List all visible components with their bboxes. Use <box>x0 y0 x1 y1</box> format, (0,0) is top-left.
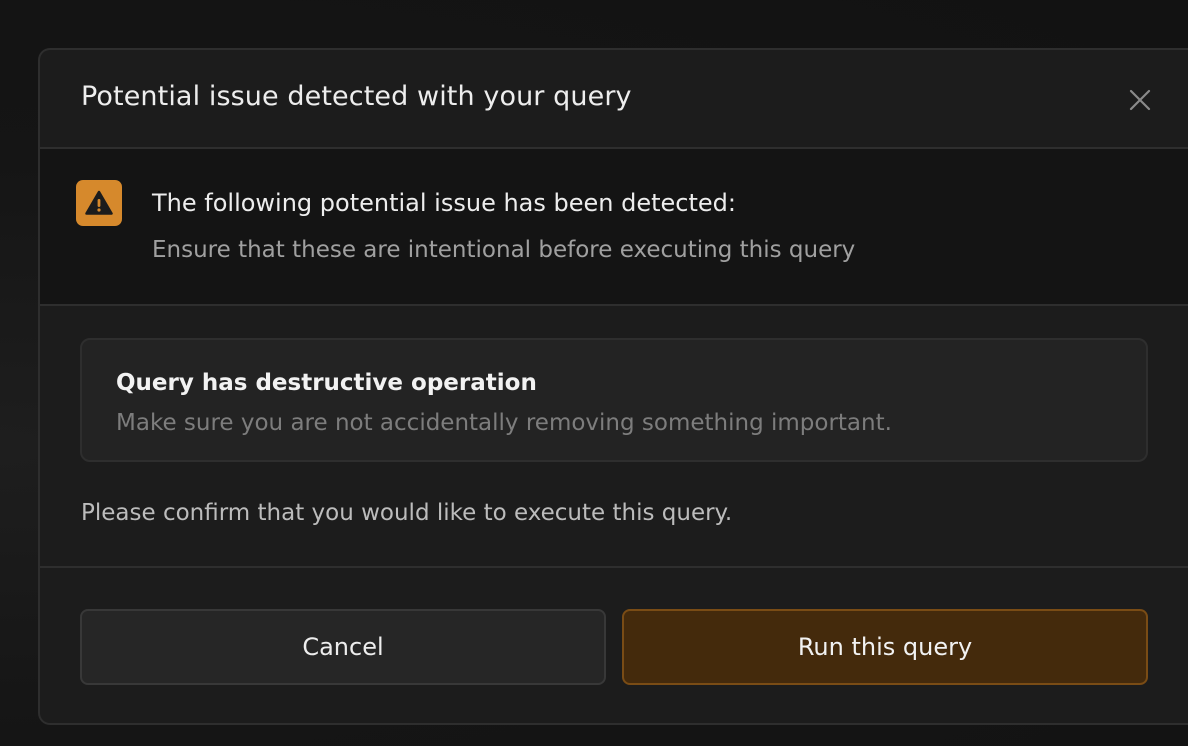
alert-title: The following potential issue has been d… <box>152 189 736 217</box>
issue-description: Make sure you are not accidentally remov… <box>116 410 892 436</box>
issue-card: Query has destructive operation Make sur… <box>80 338 1148 462</box>
alert-subtitle: Ensure that these are intentional before… <box>152 237 856 263</box>
cancel-button[interactable]: Cancel <box>80 609 606 685</box>
confirm-dialog: Potential issue detected with your query… <box>38 48 1188 725</box>
warning-icon <box>76 180 122 226</box>
warning-alert: The following potential issue has been d… <box>40 149 1188 306</box>
confirm-text: Please confirm that you would like to ex… <box>81 500 733 526</box>
dialog-footer: Cancel Run this query <box>40 568 1188 723</box>
dialog-header: Potential issue detected with your query <box>40 50 1188 149</box>
close-icon[interactable] <box>1128 88 1152 112</box>
dialog-title: Potential issue detected with your query <box>81 81 632 112</box>
dialog-body: Query has destructive operation Make sur… <box>40 306 1188 568</box>
run-query-button[interactable]: Run this query <box>622 609 1148 685</box>
issue-title: Query has destructive operation <box>116 370 537 396</box>
